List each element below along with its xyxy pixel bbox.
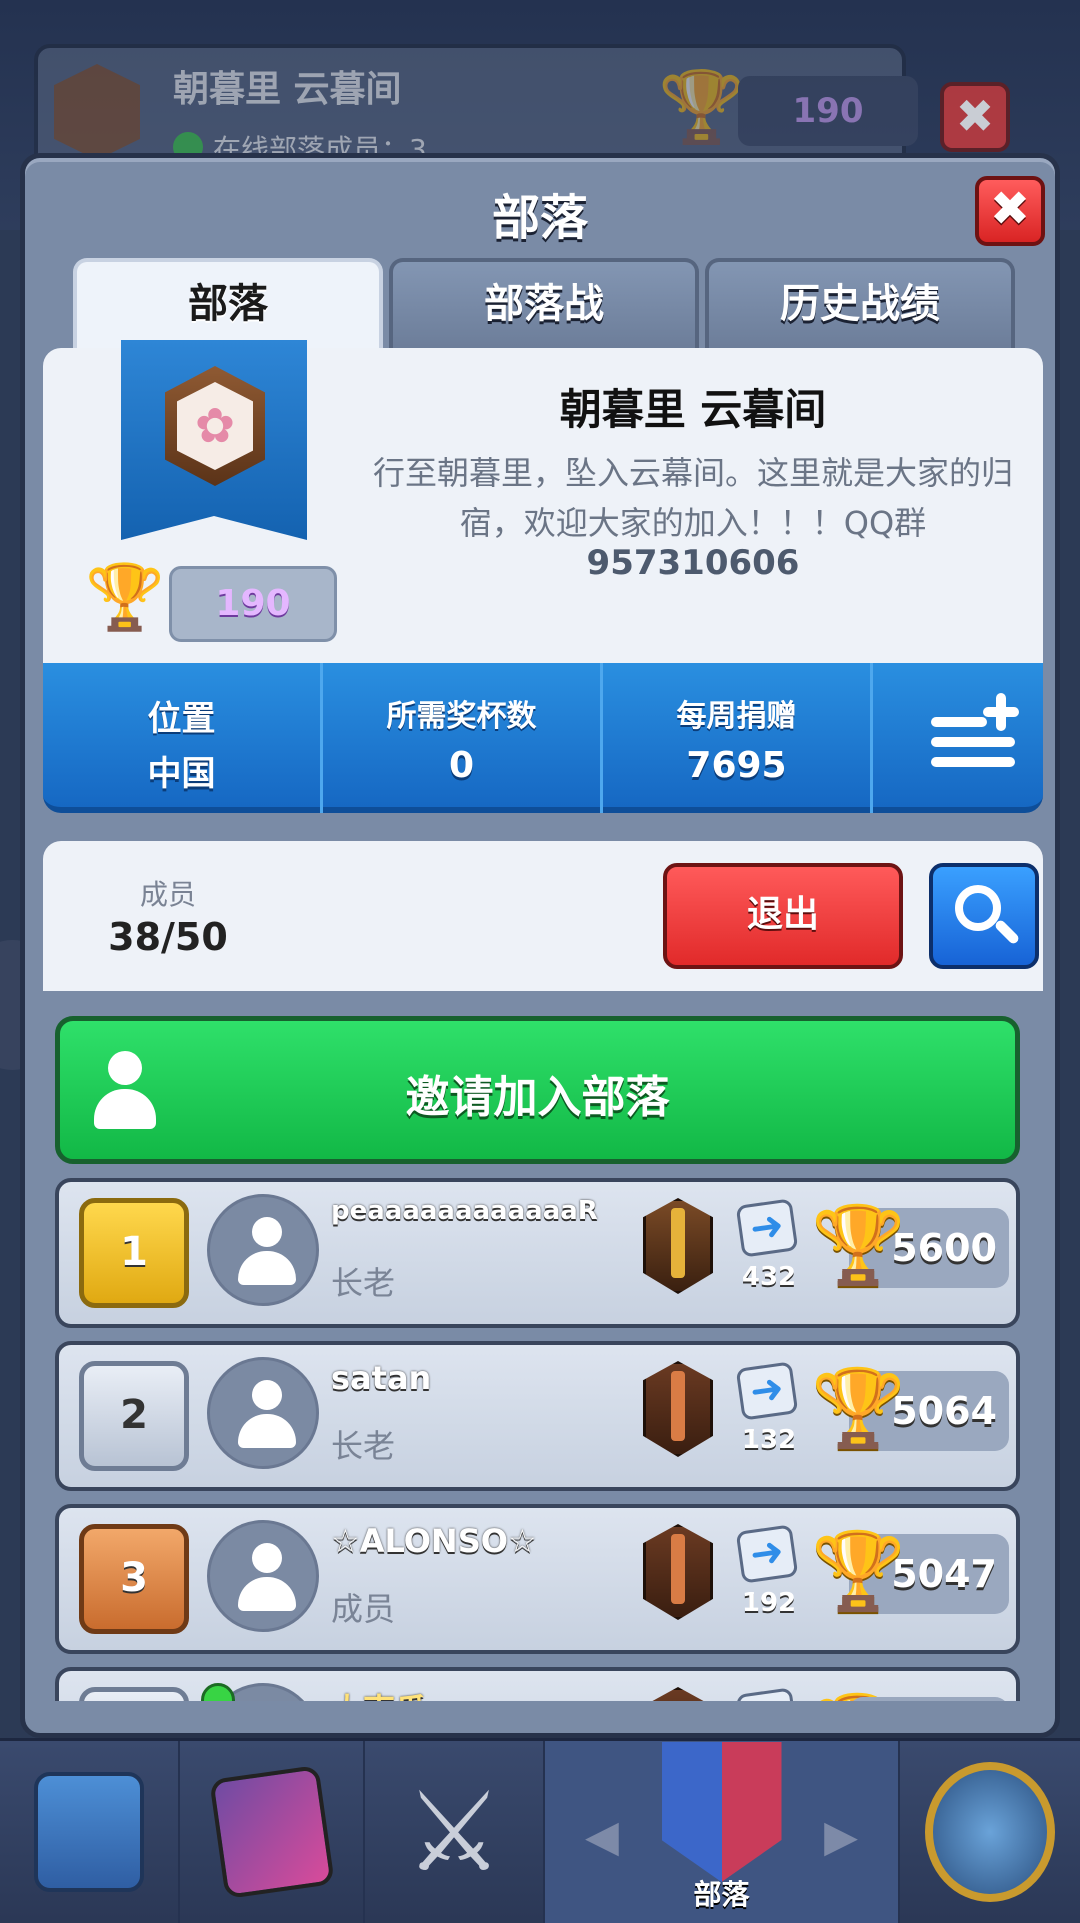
person-body	[238, 1414, 296, 1448]
person-head	[252, 1543, 282, 1573]
league-sword-icon	[671, 1208, 685, 1278]
clan-shield-icon	[661, 1742, 782, 1882]
search-icon	[955, 885, 1001, 931]
member-row[interactable]: 4 大南瓜 ➜ 🏆	[55, 1667, 1020, 1701]
nav-battle[interactable]: ⚔	[365, 1741, 545, 1923]
gold-trophy-icon: 🏆	[811, 1363, 906, 1452]
rank-badge: 3	[79, 1524, 189, 1634]
nav-right-arrow-icon[interactable]: ▶	[824, 1811, 858, 1862]
clan-description: 行至朝暮里，坠入云幕间。这里就是大家的归宿，欢迎大家的加入！！！QQ群	[372, 454, 1013, 542]
background-trophy-count: 190	[738, 76, 918, 146]
donation-count: 132	[741, 1425, 797, 1455]
background-clan-name: 朝暮里 云暮间	[173, 69, 402, 110]
member-row[interactable]: 2 satan 长老 ➜ 132 5064 🏆	[55, 1341, 1020, 1491]
clan-panel: 部落 ✖ 部落 部落战 历史战绩 ✿ 🏆 190 朝暮里 云暮间 行至朝暮里，坠…	[20, 153, 1060, 1738]
member-role: 长老	[331, 1264, 396, 1302]
donation-icon: ➜	[735, 1361, 799, 1421]
member-role: 长老	[331, 1427, 396, 1465]
member-row[interactable]: 3 ☆ALONSO☆ 成员 ➜ 192 5047 🏆	[55, 1504, 1020, 1654]
members-header: 成员 38/50 退出	[43, 841, 1043, 991]
background-close-icon: ✖	[940, 82, 1010, 152]
search-button[interactable]	[929, 863, 1039, 969]
bottom-nav: ⚔ ◀ ▶ 部落	[0, 1738, 1080, 1923]
chest-icon	[34, 1772, 144, 1892]
members-label: 成员	[139, 878, 196, 911]
panel-title: 部落	[491, 190, 588, 246]
invite-label: 邀请加入部落	[405, 1072, 670, 1123]
rank-badge: 4	[79, 1687, 189, 1701]
person-head	[252, 1380, 282, 1410]
menu-line	[931, 717, 987, 727]
donation-icon: ➜	[735, 1198, 799, 1258]
member-name: peaaaaaaaaaaaaR	[331, 1196, 598, 1226]
close-button[interactable]: ✖	[975, 176, 1045, 246]
clan-name: 朝暮里 云暮间	[559, 385, 827, 434]
menu-line	[931, 757, 1015, 767]
donation-icon: ➜	[735, 1687, 799, 1701]
nav-shop[interactable]	[0, 1741, 180, 1923]
menu-line	[931, 737, 1015, 747]
member-role: 成员	[331, 1590, 396, 1628]
nav-clan-label: 部落	[693, 1878, 750, 1911]
stat-required-trophies: 所需奖杯数 0	[323, 663, 603, 813]
king-portrait-icon	[925, 1762, 1055, 1902]
league-sword-icon	[671, 1534, 685, 1604]
person-body	[238, 1251, 296, 1285]
league-sword-icon	[671, 1371, 685, 1441]
search-icon-handle	[993, 918, 1021, 946]
background-trophy-icon: 🏆	[658, 66, 746, 148]
member-trophies	[849, 1697, 1009, 1701]
donation-count: 432	[741, 1262, 797, 1292]
avatar	[207, 1357, 319, 1469]
rank-badge: 1	[79, 1198, 189, 1308]
stat-location: 位置 中国	[43, 663, 323, 813]
tab-clan[interactable]: 部落	[73, 258, 383, 350]
stat-donations-label: 每周捐赠	[676, 699, 797, 734]
donation-count: 192	[741, 1588, 797, 1618]
cards-icon	[208, 1764, 335, 1900]
crossed-swords-icon: ⚔	[404, 1768, 504, 1896]
background-clan-badge-icon	[54, 64, 140, 160]
member-name: 大南瓜	[331, 1685, 427, 1701]
clan-stats-bar: 位置 中国 所需奖杯数 0 每周捐赠 7695	[43, 663, 1043, 813]
stat-required-label: 所需奖杯数	[386, 699, 537, 734]
nav-clan[interactable]: ◀ ▶ 部落	[545, 1741, 900, 1923]
gold-trophy-icon: 🏆	[811, 1200, 906, 1289]
donation-icon: ➜	[735, 1524, 799, 1584]
stat-donations-value: 7695	[686, 745, 787, 786]
nav-events[interactable]	[900, 1741, 1080, 1923]
member-name: ☆ALONSO☆	[331, 1522, 537, 1560]
member-name: satan	[331, 1359, 432, 1397]
league-icon	[643, 1687, 713, 1701]
clan-qq-number: 957310606	[586, 543, 800, 583]
online-status-icon	[201, 1683, 235, 1701]
avatar	[207, 1194, 319, 1306]
members-count: 38/50	[108, 915, 228, 959]
trophy-icon: 🏆	[85, 561, 165, 635]
clan-menu-icon[interactable]	[923, 691, 1023, 781]
stat-location-value: 中国	[147, 754, 216, 794]
person-body	[238, 1577, 296, 1611]
avatar	[207, 1520, 319, 1632]
gold-trophy-icon: 🏆	[811, 1526, 906, 1615]
clan-info-card: ✿ 🏆 190 朝暮里 云暮间 行至朝暮里，坠入云幕间。这里就是大家的归宿，欢迎…	[43, 340, 1043, 663]
person-head	[252, 1217, 282, 1247]
leave-clan-button[interactable]: 退出	[663, 863, 903, 969]
nav-cards[interactable]	[180, 1741, 365, 1923]
clan-trophy-count: 190	[169, 566, 337, 642]
tab-war-history[interactable]: 历史战绩	[705, 258, 1015, 350]
stat-location-label: 位置	[147, 699, 216, 739]
stat-required-value: 0	[448, 745, 475, 786]
member-list[interactable]: 1 peaaaaaaaaaaaaR 长老 ➜ 432 5600 🏆 2 sata…	[25, 1178, 1065, 1701]
invite-button[interactable]: 邀请加入部落	[55, 1016, 1020, 1164]
plus-icon	[996, 693, 1006, 731]
member-row[interactable]: 1 peaaaaaaaaaaaaR 长老 ➜ 432 5600 🏆	[55, 1178, 1020, 1328]
tab-clan-war[interactable]: 部落战	[389, 258, 699, 350]
nav-left-arrow-icon[interactable]: ◀	[585, 1811, 619, 1862]
rank-badge: 2	[79, 1361, 189, 1471]
stat-weekly-donations: 每周捐赠 7695	[603, 663, 873, 813]
